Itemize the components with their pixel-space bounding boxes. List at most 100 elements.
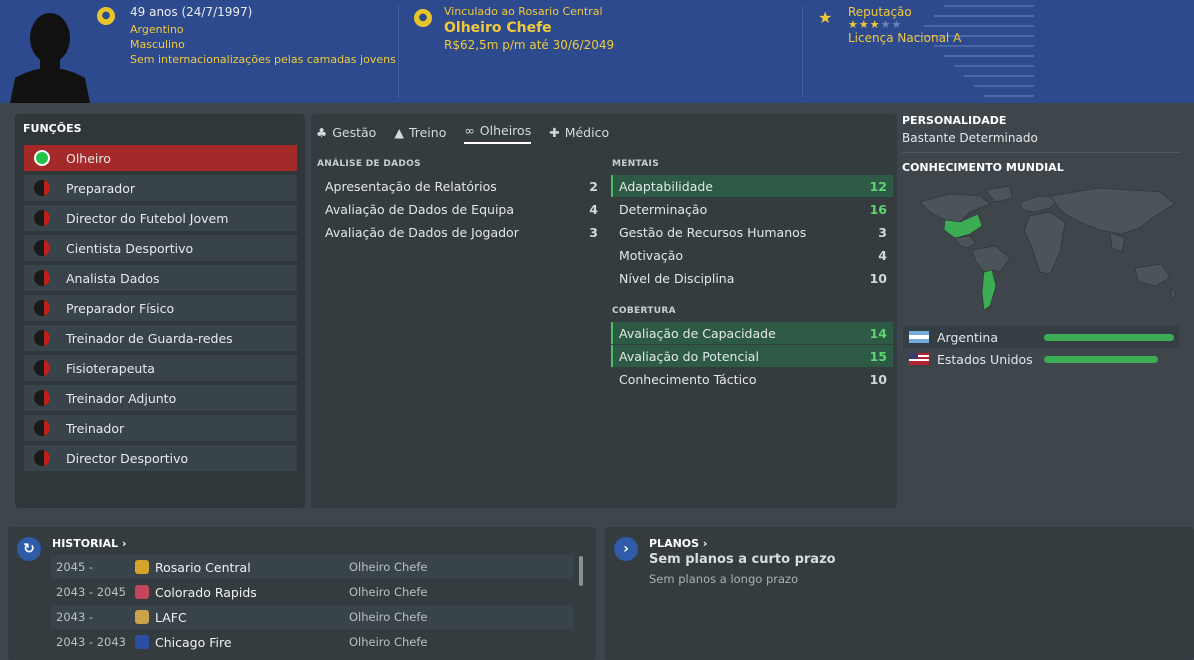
attribute-label: Avaliação de Dados de Jogador	[325, 224, 519, 240]
function-item[interactable]: Treinador Adjunto	[24, 385, 297, 411]
long-term-plans: Sem planos a longo prazo	[649, 572, 799, 586]
tab-gestao-icon: ♣	[316, 124, 328, 140]
history-row[interactable]: 2043 - 2045 Colorado Rapids Olheiro Chefe	[51, 580, 574, 604]
history-title[interactable]: HISTORIAL ›	[52, 537, 127, 550]
function-item[interactable]: Director do Futebol Jovem	[24, 205, 297, 231]
role-suitability-icon	[34, 450, 50, 466]
function-label: Analista Dados	[66, 270, 160, 286]
reputation-star-icon: ★	[858, 18, 870, 31]
tab-medico[interactable]: ✚ Médico	[549, 120, 609, 144]
function-label: Treinador	[66, 420, 125, 436]
mental-section-title: MENTAIS	[612, 159, 659, 169]
role-suitability-icon	[34, 420, 50, 436]
attribute-row[interactable]: Avaliação de Dados de Equipa 4	[317, 198, 604, 220]
history-row[interactable]: 2045 - Rosario Central Olheiro Chefe	[51, 555, 574, 579]
attribute-row[interactable]: Determinação 16	[611, 198, 893, 220]
function-item[interactable]: Director Desportivo	[24, 445, 297, 471]
tab-treino[interactable]: ▲ Treino	[394, 120, 446, 144]
history-row[interactable]: 2043 - 2043 Chicago Fire Olheiro Chefe	[51, 630, 574, 654]
function-item[interactable]: Treinador de Guarda-redes	[24, 325, 297, 351]
attributes-panel	[311, 114, 897, 508]
divider	[902, 152, 1180, 153]
role-suitability-icon	[34, 270, 50, 286]
tab-gestao[interactable]: ♣ Gestão	[316, 120, 376, 144]
attribute-value: 12	[869, 178, 887, 194]
attribute-row[interactable]: Conhecimento Táctico 10	[611, 368, 893, 390]
history-role: Olheiro Chefe	[349, 585, 428, 599]
attribute-label: Adaptabilidade	[619, 178, 713, 194]
attribute-row[interactable]: Avaliação de Dados de Jogador 3	[317, 221, 604, 243]
function-item[interactable]: Olheiro	[24, 145, 297, 171]
attribute-value: 14	[869, 325, 887, 341]
role-suitability-icon	[34, 300, 50, 316]
tab-bar: ♣ Gestão ▲ Treino ∞ Olheiros ✚ Médico	[316, 120, 627, 144]
plans-arrow-icon[interactable]: ›	[614, 537, 638, 561]
personality-title: PERSONALIDADE	[902, 114, 1007, 127]
function-item[interactable]: Preparador	[24, 175, 297, 201]
attribute-label: Avaliação de Dados de Equipa	[325, 201, 515, 217]
attribute-value: 3	[589, 224, 598, 240]
club-name: Rosario Central	[155, 559, 251, 575]
header-divider	[398, 6, 399, 98]
salary-text: R$62,5m p/m até 30/6/2049	[444, 38, 615, 52]
knowledge-bar	[1044, 356, 1159, 363]
job-title: Olheiro Chefe	[444, 20, 552, 36]
history-club[interactable]: Colorado Rapids	[135, 585, 349, 600]
analysis-section-title: ANÁLISE DE DADOS	[317, 159, 421, 169]
function-item[interactable]: Fisioterapeuta	[24, 355, 297, 381]
attribute-row[interactable]: Motivação 4	[611, 244, 893, 266]
history-club[interactable]: LAFC	[135, 610, 349, 625]
country-row[interactable]: Estados Unidos	[903, 348, 1179, 370]
club-crest-icon	[135, 560, 149, 574]
attribute-row[interactable]: Adaptabilidade 12	[611, 175, 893, 197]
tab-label: Médico	[564, 124, 610, 140]
history-club[interactable]: Rosario Central	[135, 560, 349, 575]
function-item[interactable]: Analista Dados	[24, 265, 297, 291]
history-club[interactable]: Chicago Fire	[135, 635, 349, 650]
age-text: 49 anos (24/7/1997)	[130, 5, 253, 19]
history-role: Olheiro Chefe	[349, 635, 428, 649]
function-label: Director do Futebol Jovem	[66, 210, 229, 226]
role-suitability-icon	[34, 210, 50, 226]
reputation-star-icon: ★	[880, 18, 892, 31]
attribute-row[interactable]: Apresentação de Relatórios 2	[317, 175, 604, 197]
nationality-badge-icon: ●	[97, 7, 115, 25]
attribute-row[interactable]: Avaliação de Capacidade 14	[611, 322, 893, 344]
function-label: Treinador de Guarda-redes	[66, 330, 233, 346]
function-item[interactable]: Preparador Físico	[24, 295, 297, 321]
history-scrollbar[interactable]	[579, 556, 583, 586]
attribute-row[interactable]: Avaliação do Potencial 15	[611, 345, 893, 367]
function-label: Director Desportivo	[66, 450, 189, 466]
attribute-label: Avaliação do Potencial	[619, 348, 759, 364]
country-name: Estados Unidos	[937, 351, 1033, 367]
tab-olheiros[interactable]: ∞ Olheiros	[464, 120, 532, 144]
attribute-value: 10	[869, 371, 887, 387]
attribute-value: 3	[878, 224, 887, 240]
attribute-label: Apresentação de Relatórios	[325, 178, 497, 194]
attribute-value: 2	[589, 178, 598, 194]
history-role: Olheiro Chefe	[349, 610, 428, 624]
attribute-row[interactable]: Nível de Disciplina 10	[611, 267, 893, 289]
role-suitability-icon	[34, 360, 50, 376]
role-suitability-icon	[34, 240, 50, 256]
attribute-label: Avaliação de Capacidade	[619, 325, 776, 341]
attribute-row[interactable]: Gestão de Recursos Humanos 3	[611, 221, 893, 243]
attribute-value: 15	[869, 348, 887, 364]
reputation-star-icon: ★	[869, 18, 881, 31]
plans-title[interactable]: PLANOS ›	[649, 537, 707, 550]
function-label: Fisioterapeuta	[66, 360, 155, 376]
star-icon: ★	[818, 8, 833, 27]
function-item[interactable]: Treinador	[24, 415, 297, 441]
history-refresh-icon[interactable]: ↻	[17, 537, 41, 561]
function-item[interactable]: Cientista Desportivo	[24, 235, 297, 261]
world-map	[919, 185, 1177, 311]
contract-label[interactable]: Vinculado ao Rosario Central	[444, 5, 614, 18]
nationality-text: Argentino	[130, 23, 184, 36]
history-row[interactable]: 2043 - LAFC Olheiro Chefe	[51, 605, 574, 629]
role-suitability-icon	[34, 390, 50, 406]
history-role: Olheiro Chefe	[349, 560, 428, 574]
country-row[interactable]: Argentina	[903, 326, 1179, 348]
history-years: 2043 - 2045	[56, 585, 126, 599]
club-name: Colorado Rapids	[155, 584, 257, 600]
attribute-value: 10	[869, 270, 887, 286]
